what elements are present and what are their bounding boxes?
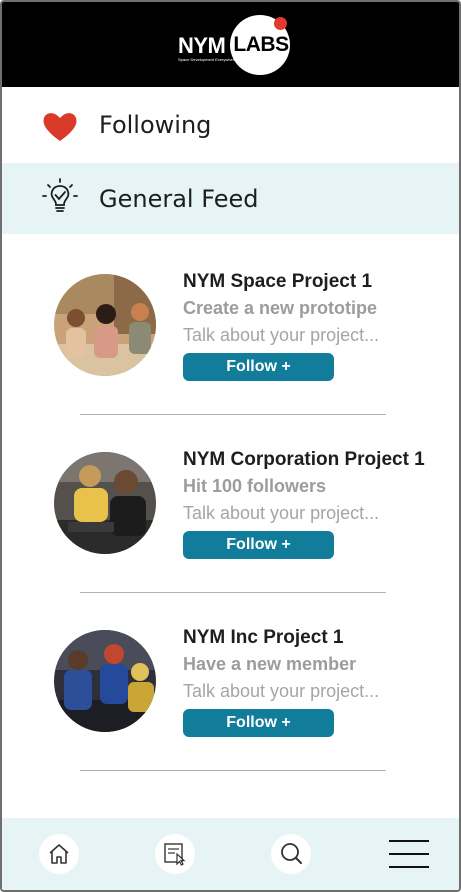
project-description: Talk about your project... <box>183 503 380 523</box>
nymlabs-logo[interactable]: NYM LABS Space Development Everywhere <box>176 15 296 77</box>
project-title[interactable]: NYM Corporation Project 1 <box>183 449 425 471</box>
menu-label-general-feed: General Feed <box>99 184 259 213</box>
project-update: Have a new member <box>183 654 357 674</box>
logo-red-dot <box>274 17 287 30</box>
divider <box>80 592 386 593</box>
logo-tagline: Space Development Everywhere <box>178 57 237 62</box>
logo-text-nym: NYM <box>178 33 226 58</box>
nav-home-button[interactable] <box>39 834 79 874</box>
project-description: Talk about your project... <box>183 325 380 345</box>
home-icon <box>49 844 69 864</box>
feed-item: NYM Space Project 1 Create a new prototi… <box>2 264 459 414</box>
project-photo-avatar[interactable] <box>54 274 156 376</box>
projects-icon <box>164 843 186 866</box>
follow-button[interactable]: Follow + <box>183 531 334 559</box>
heart-icon <box>43 113 77 141</box>
search-icon <box>281 843 302 864</box>
follow-button[interactable]: Follow + <box>183 709 334 737</box>
hamburger-menu-icon[interactable] <box>388 838 430 870</box>
project-photo-avatar[interactable] <box>54 452 156 554</box>
feed-item: NYM Corporation Project 1 Hit 100 follow… <box>2 442 459 592</box>
app-header: NYM LABS Space Development Everywhere <box>2 2 459 87</box>
menu-item-general-feed[interactable]: General Feed <box>2 163 459 234</box>
nav-search-button[interactable] <box>271 834 311 874</box>
project-description: Talk about your project... <box>183 681 380 701</box>
lightbulb-icon <box>42 178 78 212</box>
project-title[interactable]: NYM Space Project 1 <box>183 271 372 293</box>
project-photo-avatar[interactable] <box>54 630 156 732</box>
divider <box>80 770 386 771</box>
follow-button[interactable]: Follow + <box>183 353 334 381</box>
menu-item-following[interactable]: Following <box>2 87 459 163</box>
project-title[interactable]: NYM Inc Project 1 <box>183 627 344 649</box>
divider <box>80 414 386 415</box>
project-update: Create a new prototipe <box>183 298 378 318</box>
menu-label-following: Following <box>99 111 212 139</box>
feed-item: NYM Inc Project 1 Have a new member Talk… <box>2 620 459 770</box>
bottom-nav <box>2 818 459 890</box>
logo-text-labs: LABS <box>233 33 289 56</box>
app-frame: NYM LABS Space Development Everywhere Fo… <box>0 0 461 892</box>
project-update: Hit 100 followers <box>183 476 327 496</box>
nav-projects-button[interactable] <box>155 834 195 874</box>
